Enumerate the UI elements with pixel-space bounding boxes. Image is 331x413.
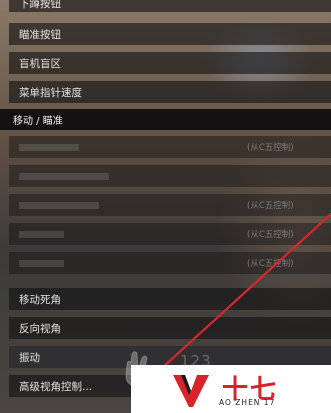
v-logo-icon xyxy=(173,375,209,407)
watermark-subtitle: AO ZHEN 17 xyxy=(219,398,276,407)
laser-line xyxy=(138,212,331,390)
